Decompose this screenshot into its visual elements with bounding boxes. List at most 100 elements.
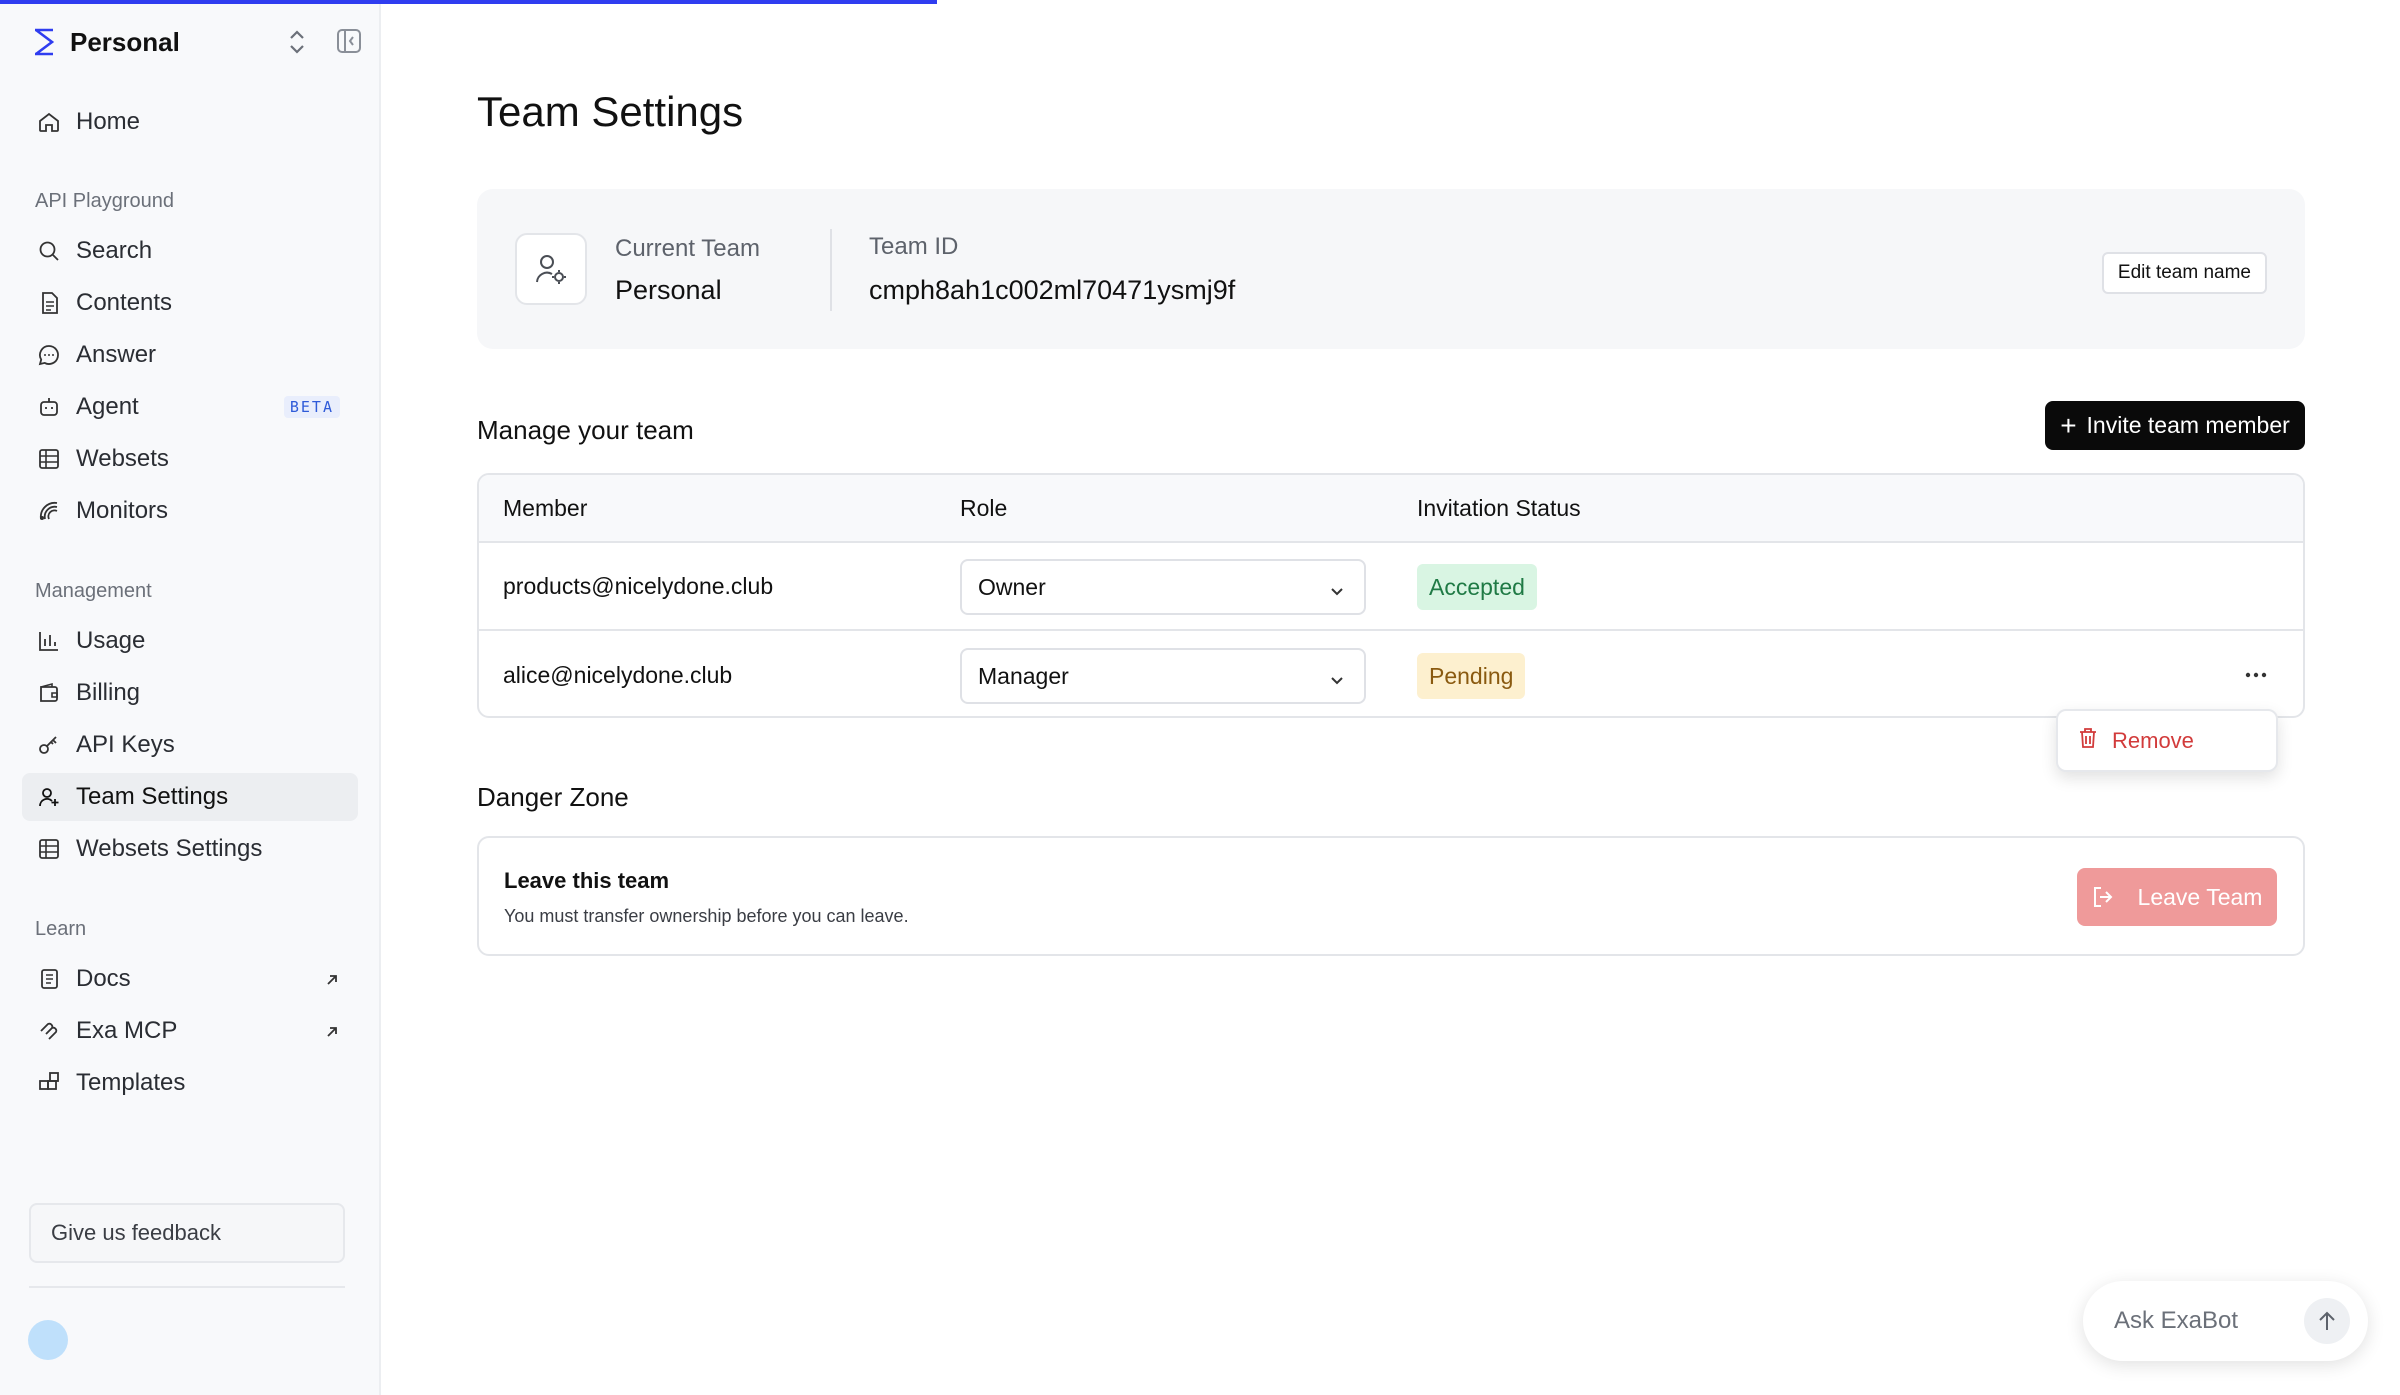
ask-exabot-input[interactable]: Ask ExaBot: [2114, 1307, 2238, 1335]
leave-team-button[interactable]: Leave Team: [2077, 868, 2277, 926]
robot-icon: [36, 394, 62, 420]
chevron-down-icon: [1328, 579, 1346, 597]
page-load-progress-bar: [0, 0, 937, 4]
templates-icon: [36, 1070, 62, 1096]
sidebar-item-label: Search: [76, 237, 153, 264]
ask-exabot-widget[interactable]: Ask ExaBot: [2083, 1281, 2368, 1361]
danger-zone-heading: Danger Zone: [477, 782, 629, 812]
sidebar-divider: [29, 1286, 345, 1288]
leave-team-label: Leave Team: [2137, 883, 2263, 910]
radar-icon: [36, 498, 62, 524]
chevron-updown-icon[interactable]: [286, 28, 308, 56]
avatar[interactable]: [28, 1320, 68, 1360]
more-options-icon[interactable]: [2239, 660, 2273, 690]
team-switcher-name: Personal: [70, 26, 180, 57]
role-select-value: Owner: [978, 573, 1046, 600]
home-icon: [36, 109, 62, 135]
arrow-up-icon[interactable]: [2304, 1298, 2350, 1344]
section-label-api-playground: API Playground: [35, 190, 174, 212]
sidebar-item-docs[interactable]: Docs: [22, 955, 358, 1003]
sidebar-item-exa-mcp[interactable]: Exa MCP: [22, 1007, 358, 1055]
leave-team-subtitle: You must transfer ownership before you c…: [504, 906, 909, 926]
sidebar-item-label: Home: [76, 108, 141, 135]
divider: [830, 229, 832, 311]
sidebar-item-search[interactable]: Search: [22, 227, 358, 275]
external-link-icon: [322, 969, 342, 989]
external-link-icon: [322, 1021, 342, 1041]
member-email: alice@nicelydone.club: [503, 662, 733, 688]
sidebar-item-label: Docs: [76, 965, 131, 992]
sidebar: Personal Home API Playground Search Cont…: [0, 0, 381, 1395]
role-select[interactable]: Owner: [960, 559, 1366, 615]
key-icon: [36, 732, 62, 758]
invite-team-member-label: Invite team member: [2086, 412, 2290, 438]
sidebar-collapse-icon[interactable]: [336, 28, 362, 54]
document-icon: [36, 290, 62, 316]
table-row: products@nicelydone.club Owner Accepted: [479, 543, 2303, 631]
grid-icon: [36, 446, 62, 472]
table-row: alice@nicelydone.club Manager Pending: [479, 632, 2303, 716]
sidebar-item-contents[interactable]: Contents: [22, 279, 358, 327]
book-icon: [36, 966, 62, 992]
grid-icon: [36, 836, 62, 862]
sidebar-item-label: Contents: [76, 289, 173, 316]
team-id-label: Team ID: [869, 233, 959, 260]
chat-bubble-icon: [36, 342, 62, 368]
sidebar-item-templates[interactable]: Templates: [22, 1059, 358, 1107]
page-title: Team Settings: [477, 88, 744, 135]
danger-zone-card: Leave this team You must transfer owners…: [477, 836, 2305, 956]
role-select-value: Manager: [978, 662, 1069, 689]
leave-team-title: Leave this team: [504, 868, 670, 893]
edit-team-name-button[interactable]: Edit team name: [2101, 252, 2267, 294]
manage-team-heading: Manage your team: [477, 415, 694, 445]
sidebar-item-api-keys[interactable]: API Keys: [22, 721, 358, 769]
team-members-table: Member Role Invitation Status products@n…: [477, 473, 2305, 718]
section-label-management: Management: [35, 580, 152, 602]
current-team-card: Current Team Personal Team ID cmph8ah1c0…: [477, 189, 2305, 349]
sidebar-item-label: Answer: [76, 341, 157, 368]
logout-icon: [2093, 887, 2112, 907]
sidebar-item-monitors[interactable]: Monitors: [22, 487, 358, 535]
sidebar-item-team-settings[interactable]: Team Settings: [22, 773, 358, 821]
invite-team-member-button[interactable]: + Invite team member: [2045, 401, 2305, 450]
team-id-value: cmph8ah1c002ml70471ysmj9f: [869, 275, 1236, 305]
sidebar-item-label: Exa MCP: [76, 1017, 178, 1044]
chevron-down-icon: [1328, 668, 1346, 686]
sidebar-item-label: Websets Settings: [76, 835, 263, 862]
sidebar-item-label: Templates: [76, 1069, 186, 1096]
sidebar-item-websets[interactable]: Websets: [22, 435, 358, 483]
role-select[interactable]: Manager: [960, 648, 1366, 704]
sidebar-item-label: Monitors: [76, 497, 169, 524]
feedback-button[interactable]: Give us feedback: [29, 1203, 345, 1263]
plus-icon: +: [2060, 409, 2077, 441]
column-header-role: Role: [960, 495, 1008, 521]
status-badge: Pending: [1417, 653, 1526, 699]
sidebar-item-label: Team Settings: [76, 783, 229, 810]
team-settings-icon: [515, 233, 587, 305]
sidebar-item-answer[interactable]: Answer: [22, 331, 358, 379]
search-icon: [36, 238, 62, 264]
sidebar-item-billing[interactable]: Billing: [22, 669, 358, 717]
team-switcher[interactable]: Personal: [30, 22, 362, 62]
remove-menu-item[interactable]: Remove: [2112, 728, 2194, 754]
trash-icon: [2078, 727, 2098, 754]
sidebar-item-agent[interactable]: Agent BETA: [22, 383, 358, 431]
sidebar-item-label: Websets: [76, 445, 169, 472]
column-header-member: Member: [503, 495, 588, 521]
row-actions-menu: Remove: [2056, 709, 2278, 772]
sidebar-item-usage[interactable]: Usage: [22, 617, 358, 665]
current-team-value: Personal: [615, 275, 722, 305]
member-email: products@nicelydone.club: [503, 573, 774, 599]
wallet-icon: [36, 680, 62, 706]
sidebar-item-websets-settings[interactable]: Websets Settings: [22, 825, 358, 873]
status-badge: Accepted: [1417, 564, 1537, 610]
beta-badge: BETA: [283, 396, 340, 418]
sidebar-item-label: API Keys: [76, 731, 175, 758]
table-header: Member Role Invitation Status: [479, 475, 2303, 543]
bar-chart-icon: [36, 628, 62, 654]
exa-logo-icon: [30, 28, 58, 56]
mcp-icon: [36, 1018, 62, 1044]
sidebar-item-home[interactable]: Home: [22, 98, 358, 146]
sidebar-item-label: Billing: [76, 679, 141, 706]
column-header-invitation-status: Invitation Status: [1417, 495, 1581, 521]
